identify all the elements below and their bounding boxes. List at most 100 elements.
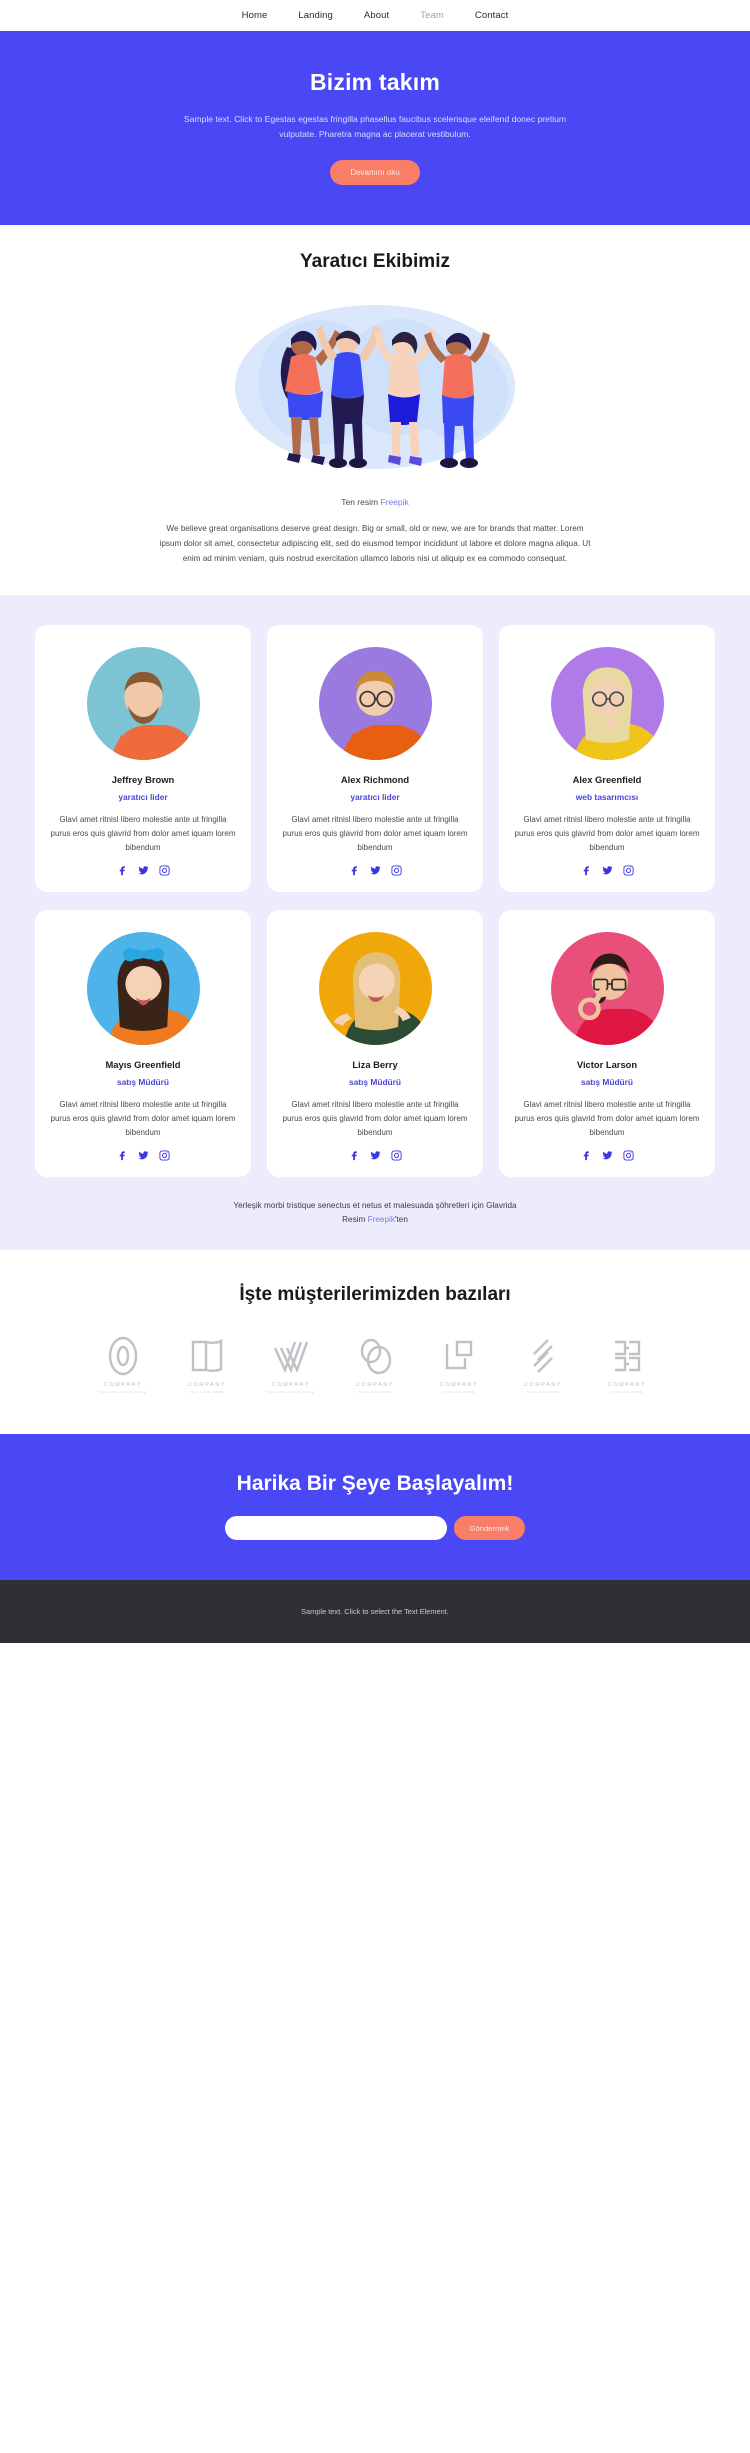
- instagram-icon[interactable]: [622, 1150, 634, 1161]
- team-note-prefix: Resim: [342, 1215, 368, 1225]
- facebook-icon[interactable]: [349, 1150, 360, 1161]
- client-name: COMPANY: [187, 1382, 227, 1389]
- member-name: Alex Richmond: [340, 773, 410, 785]
- client-name: COMPANY: [607, 1382, 647, 1389]
- blocks-logo-icon: [596, 1336, 658, 1376]
- member-role: satış Müdürü: [116, 1076, 170, 1087]
- page-footer: Sample text. Click to select the Text El…: [0, 1580, 750, 1644]
- member-role: satış Müdürü: [580, 1076, 634, 1087]
- instagram-icon[interactable]: [390, 1150, 402, 1161]
- avatar: [318, 646, 432, 760]
- avatar: [86, 646, 200, 760]
- client-logo[interactable]: COMPANY TAGLINE HERE: [344, 1336, 406, 1394]
- member-description: Glavi amet ritnisl libero molestie ante …: [50, 1099, 236, 1137]
- image-credit-prefix: Ten resim: [341, 497, 381, 508]
- facebook-icon[interactable]: [349, 865, 360, 876]
- hero-read-more-button[interactable]: Devamını oku: [330, 160, 420, 186]
- team-member-card[interactable]: Alex Greenfield web tasarımcısı Glavi am…: [499, 624, 715, 892]
- instagram-icon[interactable]: [158, 865, 170, 876]
- team-member-card[interactable]: Alex Richmond yaratıcı lider Glavi amet …: [267, 624, 483, 892]
- client-name: COMPANY: [271, 1382, 311, 1389]
- team-illustration: [225, 287, 525, 487]
- twitter-icon[interactable]: [601, 865, 613, 876]
- avatar-image: [550, 646, 664, 760]
- avatar-image: [86, 931, 200, 1045]
- member-name: Victor Larson: [576, 1058, 638, 1070]
- double-circle-logo-icon: [344, 1336, 406, 1376]
- twitter-icon[interactable]: [369, 865, 381, 876]
- facebook-icon[interactable]: [117, 865, 128, 876]
- cta-title: Harika Bir Şeye Başlayalım!: [236, 1472, 514, 1496]
- avatar-image: [318, 931, 432, 1045]
- avatar-image: [318, 646, 432, 760]
- team-member-card[interactable]: Mayıs Greenfield satış Müdürü Glavi amet…: [35, 909, 251, 1177]
- team-note-line2: Resim Freepik'ten: [0, 1213, 750, 1228]
- instagram-icon[interactable]: [390, 865, 402, 876]
- team-member-card[interactable]: Liza Berry satış Müdürü Glavi amet ritni…: [267, 909, 483, 1177]
- twitter-icon[interactable]: [137, 865, 149, 876]
- nav-item-team[interactable]: Team: [420, 10, 444, 21]
- avatar-image: [86, 646, 200, 760]
- footer-text: Sample text. Click to select the Text El…: [301, 1607, 449, 1617]
- page-root: Home Landing About Team Contact Bizim ta…: [0, 0, 750, 1644]
- nav-item-home[interactable]: Home: [242, 10, 268, 21]
- client-logo[interactable]: COMPANY TAGLINE HERE: [596, 1336, 658, 1394]
- twitter-icon[interactable]: [137, 1150, 149, 1161]
- client-logo[interactable]: COMPANY TAG LINE HERE: [176, 1336, 238, 1394]
- image-credit-caption: Ten resim Freepik: [0, 497, 750, 507]
- team-note-line1: Yerleşik morbi tristique senectus et net…: [233, 1200, 517, 1210]
- social-links: [513, 1150, 701, 1161]
- social-links: [281, 1150, 469, 1161]
- twitter-icon[interactable]: [601, 1150, 613, 1161]
- nav-item-about[interactable]: About: [364, 10, 389, 21]
- avatar: [86, 931, 200, 1045]
- facebook-icon[interactable]: [581, 1150, 592, 1161]
- avatar-image: [550, 931, 664, 1045]
- hero-subtitle: Sample text. Click to Egestas egestas fr…: [183, 114, 567, 140]
- clients-section: İşte müşterilerimizden bazıları COMPANY …: [0, 1250, 750, 1435]
- team-member-card[interactable]: Jeffrey Brown yaratıcı lider Glavi amet …: [35, 624, 251, 892]
- open-book-logo-icon: [176, 1336, 238, 1376]
- team-footer-note: Yerleşik morbi tristique senectus et net…: [0, 1177, 750, 1233]
- creative-team-title: Yaratıcı Ekibimiz: [300, 251, 450, 273]
- social-links: [513, 865, 701, 876]
- team-note-suffix: 'ten: [394, 1215, 408, 1225]
- hero-section: Bizim takım Sample text. Click to Egesta…: [0, 31, 750, 226]
- client-logo[interactable]: COMPANY TAGLINE HERE: [428, 1336, 490, 1394]
- instagram-icon[interactable]: [622, 865, 634, 876]
- freepik-link-footer[interactable]: Freepik: [368, 1215, 395, 1224]
- social-links: [281, 865, 469, 876]
- social-links: [49, 865, 237, 876]
- client-tagline: TAGLINE HERE: [526, 1390, 560, 1395]
- member-description: Glavi amet ritnisl libero molestie ante …: [282, 1099, 468, 1137]
- client-name: COMPANY: [523, 1382, 563, 1389]
- facebook-icon[interactable]: [117, 1150, 128, 1161]
- client-name: COMPANY: [439, 1382, 479, 1389]
- member-name: Jeffrey Brown: [111, 773, 175, 785]
- freepik-link[interactable]: Freepik: [380, 497, 408, 507]
- instagram-icon[interactable]: [158, 1150, 170, 1161]
- avatar: [550, 931, 664, 1045]
- social-links: [49, 1150, 237, 1161]
- subscribe-button[interactable]: Göndermek: [453, 1516, 526, 1541]
- nav-item-landing[interactable]: Landing: [298, 10, 333, 21]
- member-name: Mayıs Greenfield: [105, 1058, 181, 1070]
- client-tagline: TAGLINE GOES HERE: [99, 1390, 147, 1395]
- slash-stripes-logo-icon: [512, 1336, 574, 1376]
- client-logo[interactable]: COMPANY TAGLINE HERE: [512, 1336, 574, 1394]
- main-navigation: Home Landing About Team Contact: [0, 0, 750, 31]
- creative-team-body: We believe great organisations deserve g…: [159, 524, 591, 564]
- team-member-card[interactable]: Victor Larson satış Müdürü Glavi amet ri…: [499, 909, 715, 1177]
- twitter-icon[interactable]: [369, 1150, 381, 1161]
- member-name: Alex Greenfield: [572, 773, 642, 785]
- subscribe-input[interactable]: [224, 1516, 447, 1541]
- facebook-icon[interactable]: [581, 865, 592, 876]
- avatar: [318, 931, 432, 1045]
- member-description: Glavi amet ritnisl libero molestie ante …: [50, 814, 236, 852]
- nav-item-contact[interactable]: Contact: [475, 10, 508, 21]
- client-tagline: TAGLINE HERE: [358, 1390, 392, 1395]
- subscribe-form: Göndermek: [0, 1516, 750, 1541]
- client-logo[interactable]: COMPANY TAGLINE GOES HERE: [92, 1336, 154, 1394]
- client-logo[interactable]: COMPANY TAGLINE GOES HERE: [260, 1336, 322, 1394]
- team-grid: Jeffrey Brown yaratıcı lider Glavi amet …: [25, 624, 725, 1177]
